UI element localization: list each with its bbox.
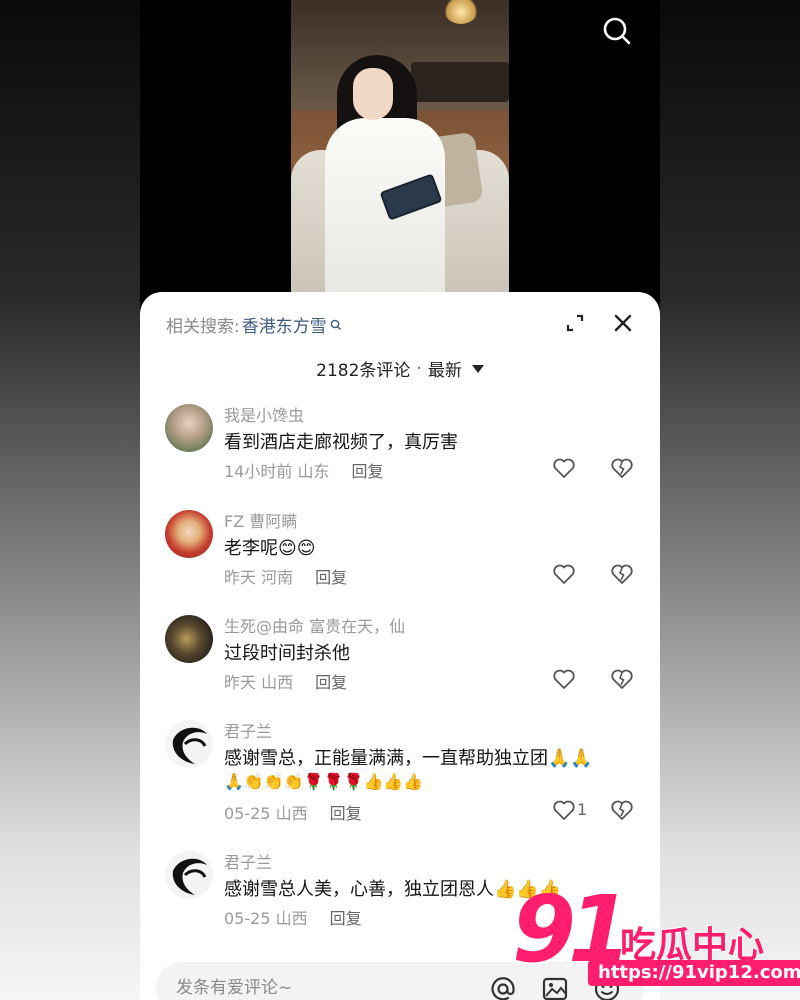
comment-text: 老李呢😊😊 [224,538,316,559]
phone-screen: 相关搜索: 香港东方雪 2182条评论 · 最新 我是小馋虫 看到酒店走廊视频了… [140,0,660,1000]
right-backdrop [660,0,800,1000]
comment-meta: 昨天 河南 回复 [224,564,347,588]
comment-location: 山东 [297,462,330,481]
comment-meta: 昨天 山西 回复 [224,669,347,693]
comment-count: 2182条评论 [316,361,411,381]
watermark-url: https://91vip12.com [588,960,800,986]
avatar[interactable] [165,404,213,452]
comment-username[interactable]: FZ 曹阿瞒 [224,508,297,532]
reply-button[interactable]: 回复 [330,800,362,824]
reply-button[interactable]: 回复 [315,564,347,588]
avatar[interactable] [165,720,213,768]
related-search[interactable]: 相关搜索: 香港东方雪 [166,312,342,337]
search-icon[interactable] [600,14,634,48]
left-backdrop [0,0,140,1000]
avatar[interactable] [165,510,213,558]
avatar[interactable] [165,851,213,899]
related-search-label: 相关搜索: [166,317,240,337]
sort-label[interactable]: 最新 [428,356,462,381]
comment-location: 山西 [275,909,308,928]
comment-text: 感谢雪总人美，心善，独立团恩人👍👍👍 [224,879,562,900]
video-player[interactable] [291,0,509,300]
reply-button[interactable]: 回复 [315,669,347,693]
avatar[interactable] [165,615,213,663]
comment-location: 河南 [261,568,294,587]
broken-heart-icon[interactable] [610,457,634,479]
comment-meta: 14小时前 山东 回复 [224,458,384,482]
comment-username[interactable]: 生死@由命 富贵在天，仙 [224,613,405,637]
comment-text: 感谢雪总，正能量满满，一直帮助独立团🙏🙏 [224,748,593,769]
comment-text-continued: 🙏👏👏👏🌹🌹🌹👍👍👍 [224,772,424,791]
heart-icon[interactable] [552,799,576,821]
comment-location: 山西 [261,673,294,692]
comment-time: 14小时前 [224,462,293,481]
close-icon[interactable] [611,311,635,335]
broken-heart-icon[interactable] [610,799,634,821]
heart-icon[interactable] [552,668,576,690]
comment-time: 昨天 [224,673,257,692]
comment-text: 过段时间封杀他 [224,643,350,664]
comment-input[interactable] [176,974,476,1000]
comment-time: 05-25 [224,804,271,823]
reply-button[interactable]: 回复 [330,905,362,929]
heart-icon[interactable] [552,457,576,479]
small-search-icon [330,319,341,330]
comment-time: 05-25 [224,909,271,928]
comment-text: 看到酒店走廊视频了，真厉害 [224,432,458,453]
comment-time: 昨天 [224,568,257,587]
reply-button[interactable]: 回复 [351,458,383,482]
comment-meta: 05-25 山西 回复 [224,905,362,929]
comment-username[interactable]: 我是小馋虫 [224,402,304,426]
heart-icon[interactable] [552,563,576,585]
comment-count-sort[interactable]: 2182条评论 · 最新 [140,356,660,381]
like-count: 1 [577,800,588,819]
separator: · [416,358,422,379]
watermark-logo: 91 吃瓜中心 https://91vip12.com [512,880,800,1000]
comment-username[interactable]: 君子兰 [224,849,272,873]
broken-heart-icon[interactable] [610,668,634,690]
broken-heart-icon[interactable] [610,563,634,585]
expand-icon[interactable] [564,312,586,334]
comment-username[interactable]: 君子兰 [224,718,272,742]
chevron-down-icon[interactable] [471,364,484,373]
comment-meta: 05-25 山西 回复 [224,800,362,824]
comment-location: 山西 [275,804,308,823]
related-search-keyword[interactable]: 香港东方雪 [242,312,327,337]
